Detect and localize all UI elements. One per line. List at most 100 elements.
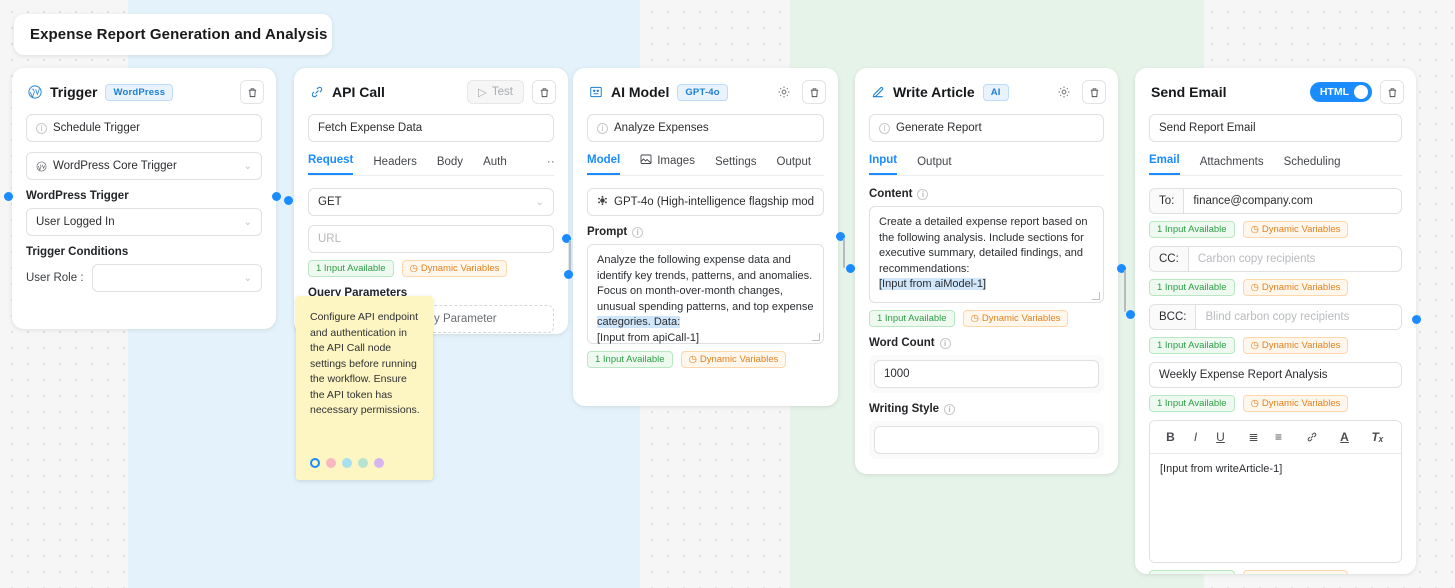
node-trigger[interactable]: Trigger WordPress i Schedule Trigger Wor… [12, 68, 276, 329]
api-name-input[interactable]: Fetch Expense Data [308, 114, 554, 142]
dynamic-variables-label: Dynamic Variables [1261, 398, 1341, 409]
connection-handle-write-in[interactable] [846, 264, 855, 273]
dynamic-variables-badge[interactable]: ◷ Dynamic Variables [401, 260, 508, 277]
wordpress-trigger-select[interactable]: User Logged In ⌄ [26, 208, 262, 236]
trigger-name-input[interactable]: i Schedule Trigger [26, 114, 262, 142]
content-textarea[interactable]: Create a detailed expense report based o… [869, 206, 1104, 303]
tab-input[interactable]: Input [869, 154, 898, 175]
connection-handle-trigger-in[interactable] [4, 192, 13, 201]
email-editor-toolbar: B I U ≣ ≡ A Tₓ [1150, 421, 1401, 454]
tab-settings[interactable]: Settings [715, 156, 757, 175]
text-color-icon[interactable]: A [1332, 427, 1357, 447]
tab-auth[interactable]: Auth [483, 156, 507, 175]
tab-model[interactable]: Model [587, 154, 621, 175]
ai-model-name-input[interactable]: i Analyze Expenses [587, 114, 824, 142]
connection-handle-ai-in[interactable] [564, 270, 573, 279]
send-email-name-input[interactable]: Send Report Email [1149, 114, 1402, 142]
italic-icon[interactable]: I [1183, 427, 1208, 447]
node-ai-model[interactable]: AI Model GPT-4o i Analyze Expenses Model… [573, 68, 838, 406]
connection-handle-email-out[interactable] [1412, 315, 1421, 324]
ai-model-settings-button[interactable] [774, 82, 794, 102]
bcc-input[interactable]: Blind carbon copy recipients [1195, 304, 1402, 330]
swatch-pink[interactable] [326, 458, 336, 468]
to-input[interactable]: finance@company.com [1183, 188, 1402, 214]
connection-handle-trigger-out[interactable] [272, 192, 281, 201]
dynamic-variables-label: Dynamic Variables [1261, 282, 1341, 293]
subject-input[interactable]: Weekly Expense Report Analysis [1149, 362, 1402, 388]
dynamic-variables-badge[interactable]: ◷ Dynamic Variables [680, 351, 787, 368]
tab-images[interactable]: Images [640, 154, 695, 175]
cc-badges: 1 Input Available ◷ Dynamic Variables [1149, 279, 1402, 296]
writing-style-input[interactable] [874, 426, 1099, 454]
dynamic-variables-badge[interactable]: ◷ Dynamic Variables [1242, 570, 1349, 574]
dynamic-variables-badge[interactable]: ◷ Dynamic Variables [1242, 337, 1349, 354]
resize-handle-icon[interactable] [1092, 292, 1100, 300]
email-body-content[interactable]: [Input from writeArticle-1] [1150, 454, 1401, 562]
content-label: Content [869, 188, 913, 200]
node-send-email[interactable]: Send Email HTML Send Report Email Email … [1135, 68, 1416, 574]
model-select[interactable]: GPT-4o (High-intelligence flagship model… [587, 188, 824, 216]
write-article-name-value: Generate Report [896, 122, 982, 134]
image-icon [640, 154, 652, 168]
swatch-green[interactable] [358, 458, 368, 468]
tab-email[interactable]: Email [1149, 154, 1180, 175]
swatch-blue[interactable] [342, 458, 352, 468]
delete-send-email-button[interactable] [1380, 80, 1404, 104]
workflow-title-card[interactable]: Expense Report Generation and Analysis [14, 14, 332, 55]
ai-model-node-header: AI Model GPT-4o [573, 68, 838, 114]
tab-output[interactable]: Output [777, 156, 812, 175]
bold-icon[interactable]: B [1158, 427, 1183, 447]
write-article-name-input[interactable]: i Generate Report [869, 114, 1104, 142]
link-icon[interactable] [1299, 427, 1324, 447]
underline-icon[interactable]: U [1208, 427, 1233, 447]
delete-ai-model-button[interactable] [802, 80, 826, 104]
word-count-label-row: Word Count i [869, 337, 1104, 349]
workflow-canvas[interactable]: Expense Report Generation and Analysis T… [0, 0, 1455, 588]
openai-icon [597, 195, 608, 209]
tab-request[interactable]: Request [308, 154, 354, 175]
node-write-article[interactable]: Write Article AI i Generate Report Input… [855, 68, 1118, 474]
test-api-button[interactable]: ▷ Test [467, 80, 524, 104]
cc-input[interactable]: Carbon copy recipients [1187, 246, 1402, 272]
unordered-list-icon[interactable]: ≡ [1266, 427, 1291, 447]
tab-output[interactable]: Output [917, 156, 952, 175]
dynamic-variables-badge[interactable]: ◷ Dynamic Variables [1242, 395, 1349, 412]
ordered-list-icon[interactable]: ≣ [1241, 427, 1266, 447]
node-api-call[interactable]: API Call ▷ Test Fetch Expense Data Reque… [294, 68, 568, 334]
clear-format-icon[interactable]: Tₓ [1365, 427, 1390, 447]
send-email-node-title: Send Email [1151, 84, 1227, 100]
write-article-settings-button[interactable] [1054, 82, 1074, 102]
prompt-textarea[interactable]: Analyze the following expense data and i… [587, 244, 824, 344]
tabs-overflow-button[interactable]: ··· [547, 154, 554, 175]
tab-body[interactable]: Body [437, 156, 463, 175]
dynamic-variables-badge[interactable]: ◷ Dynamic Variables [962, 310, 1069, 327]
tab-headers[interactable]: Headers [373, 156, 416, 175]
ai-model-tabs: Model Images Settings Output [587, 154, 824, 176]
sticky-note[interactable]: Configure API endpoint and authenticatio… [296, 296, 433, 480]
user-role-label: User Role : [26, 272, 84, 284]
html-mode-toggle[interactable]: HTML [1309, 82, 1372, 102]
swatch-yellow-selected[interactable] [310, 458, 320, 468]
user-role-select[interactable]: ⌄ [91, 264, 262, 292]
delete-trigger-button[interactable] [240, 80, 264, 104]
word-count-input[interactable]: 1000 [874, 360, 1099, 388]
info-icon: i [944, 403, 956, 415]
email-body-editor[interactable]: B I U ≣ ≡ A Tₓ [Input from writeArticle-… [1149, 420, 1402, 563]
dynamic-variables-badge[interactable]: ◷ Dynamic Variables [1242, 279, 1349, 296]
tab-scheduling[interactable]: Scheduling [1284, 156, 1341, 175]
trigger-source-select[interactable]: WordPress Core Trigger ⌄ [26, 152, 262, 180]
swatch-purple[interactable] [374, 458, 384, 468]
resize-handle-icon[interactable] [812, 333, 820, 341]
delete-write-article-button[interactable] [1082, 80, 1106, 104]
content-input-reference: [Input from aiModel-1] [879, 278, 986, 291]
dynamic-variables-badge[interactable]: ◷ Dynamic Variables [1242, 221, 1349, 238]
http-method-select[interactable]: GET ⌄ [308, 188, 554, 216]
connection-handle-api-in[interactable] [284, 196, 293, 205]
delete-api-button[interactable] [532, 80, 556, 104]
tab-attachments[interactable]: Attachments [1200, 156, 1264, 175]
trigger-source-value: WordPress Core Trigger [53, 160, 177, 172]
api-url-input[interactable]: URL [308, 225, 554, 253]
dynamic-variables-label: Dynamic Variables [1261, 224, 1341, 235]
prompt-text: Analyze the following expense data and i… [597, 254, 814, 313]
connection-handle-email-in[interactable] [1126, 310, 1135, 319]
